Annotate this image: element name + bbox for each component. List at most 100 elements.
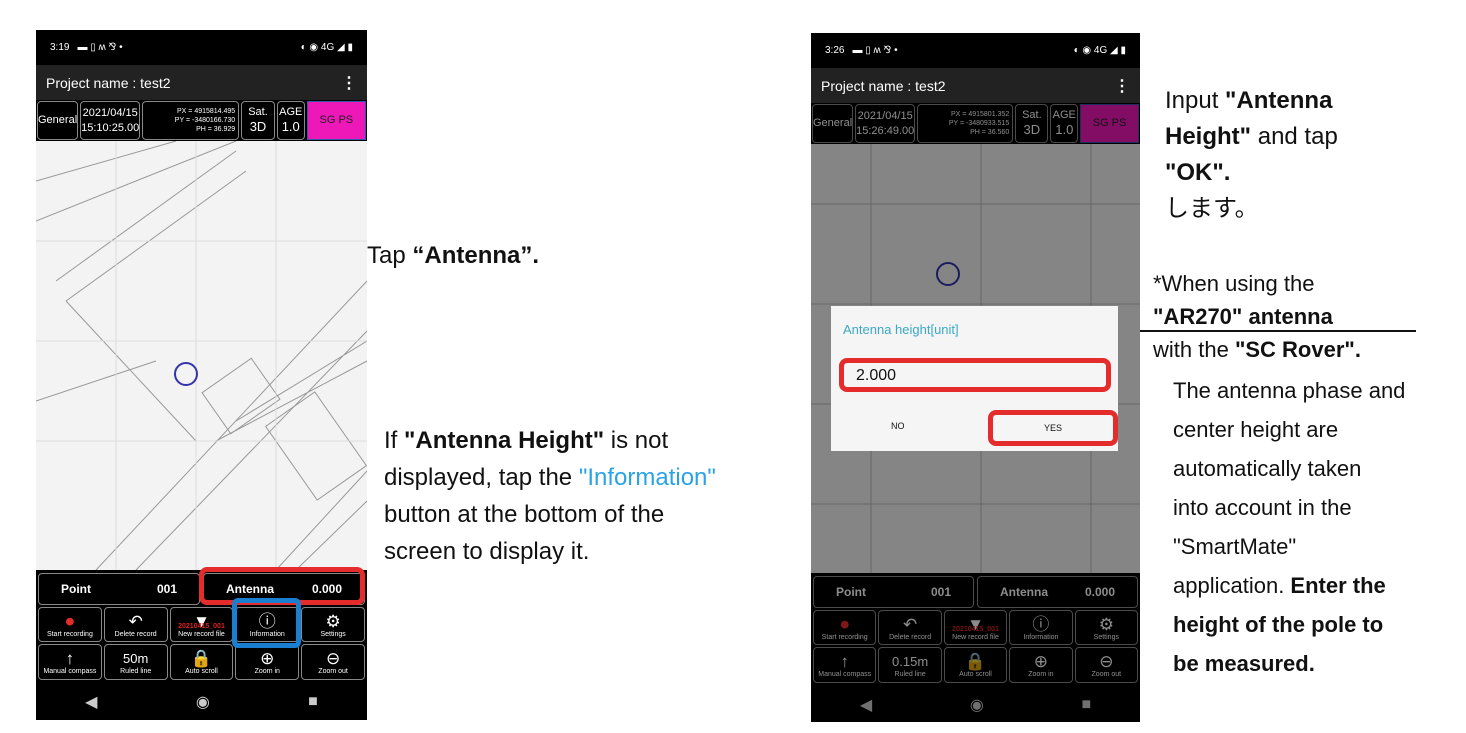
start-recording-button[interactable]: ⏺ Start recording (38, 606, 102, 643)
more-menu-icon[interactable]: ⋮ (1114, 76, 1130, 96)
button-label: Zoom in (254, 668, 280, 676)
text: button at the bottom of the (384, 501, 665, 528)
zoom-in-icon: ⊕ (260, 649, 275, 669)
record-icon: ⏺ (65, 611, 75, 631)
map-view[interactable] (36, 141, 367, 570)
auto-scroll-button[interactable]: 🔒 Auto scroll (169, 644, 234, 680)
phone-screenshot-2: 3:26 ▬ ▯ ʍ ⅋ • ◐ ◉ 4G ◢ ▮ Project name : t… (811, 33, 1140, 722)
text: Enter the (1290, 573, 1386, 598)
text: "AR270" antenna (1153, 304, 1333, 329)
text: application. (1173, 573, 1291, 598)
zoom-in-button[interactable]: ⊕ Zoom in (235, 644, 300, 680)
text: "Antenna (1225, 87, 1333, 114)
text: be measured. (1173, 651, 1315, 676)
satellite-cell: Sat. 3D (241, 101, 275, 140)
phone-screenshot-1: 3:19 ▬ ▯ ʍ ⅋ • ◐ ◉ 4G ◢ ▮ Project name : t… (36, 30, 367, 720)
text: "Antenna Height" (404, 427, 605, 454)
text: center height are (1173, 417, 1339, 442)
button-label: Start recording (46, 630, 93, 638)
datetime-cell: 2021/04/15 15:10:25.00 (80, 101, 141, 140)
button-label: Manual compass (43, 668, 97, 676)
status-bar: 3:26 ▬ ▯ ʍ ⅋ • ◐ ◉ 4G ◢ ▮ (811, 33, 1140, 68)
text: Input (1165, 87, 1226, 114)
tap-antenna-note: Tap “Antenna”. (367, 237, 539, 274)
input-note: Input "Antenna Height" and tap "OK". します… (1165, 83, 1338, 227)
text: "OK". (1165, 159, 1231, 186)
information-note: If "Antenna Height" is not displayed, ta… (384, 422, 804, 570)
label: Sat. (248, 105, 268, 118)
text: *When using the (1153, 271, 1315, 296)
button-label: Ruled line (120, 668, 152, 676)
recents-icon[interactable]: ■ (308, 693, 318, 711)
status-bar: 3:19 ▬ ▯ ʍ ⅋ • ◐ ◉ 4G ◢ ▮ (36, 30, 367, 65)
label: Point (61, 581, 91, 596)
manual-compass-button[interactable]: ↑ Manual compass (38, 644, 102, 680)
text: screen to display it. (384, 538, 590, 565)
information-highlight (232, 598, 301, 648)
text: displayed, tap the (384, 464, 579, 491)
value: 001 (156, 581, 177, 596)
label: AGE (279, 105, 303, 118)
dialog-title: Antenna height[unit] (843, 322, 959, 337)
zoom-out-icon: ⊖ (325, 649, 341, 669)
delete-record-button[interactable]: ↶ Delete record (103, 606, 168, 643)
gear-icon: ⚙ (325, 611, 341, 631)
value: 1.0 (281, 119, 300, 135)
ruled-line-value: 50m (123, 651, 149, 667)
current-position-marker (174, 362, 198, 386)
zoom-out-button[interactable]: ⊖ Zoom out (301, 644, 365, 680)
button-label: Auto scroll (185, 668, 218, 676)
back-icon[interactable]: ◀ (85, 692, 97, 712)
app-bar: Project name : test2 ⋮ (36, 65, 367, 100)
project-name: Project name : test2 (46, 74, 171, 91)
nav-bar: ◀ ◉ ■ (36, 683, 367, 720)
no-button[interactable]: NO (891, 421, 905, 431)
mode-cell[interactable]: General (37, 101, 79, 140)
clock: 3:26 (825, 45, 845, 56)
text: "SmartMate" (1173, 534, 1297, 559)
notification-icons: ▬ ▯ ʍ ⅋ • (77, 42, 123, 53)
text: "SC Rover". (1234, 337, 1361, 362)
button-label: New record file (178, 630, 225, 638)
text: Height" (1165, 123, 1252, 150)
text: and tap (1251, 123, 1338, 150)
text: Tap (367, 242, 413, 269)
map-drawing (36, 141, 367, 570)
app-bar: Project name : test2 ⋮ (811, 68, 1140, 103)
button-label: Zoom out (318, 668, 348, 676)
system-icons: ◐ ◉ 4G ◢ ▮ (1073, 45, 1126, 56)
project-name: Project name : test2 (821, 77, 946, 94)
date: 2021/04/15 (82, 107, 138, 120)
ruled-line-button[interactable]: 50m Ruled line (103, 644, 168, 680)
arrow-up-icon: ↑ (65, 649, 75, 669)
value: 3D (249, 119, 267, 135)
record-file-tag: 20210415_001 (178, 622, 225, 630)
yes-button[interactable]: YES (988, 410, 1118, 446)
settings-button[interactable]: ⚙ Settings (301, 606, 365, 643)
text: height of the pole to (1173, 612, 1384, 637)
text: automatically taken (1173, 456, 1362, 481)
coordinates-cell: PX = 4915814.495 PY = -3480166.730 PH = 36… (142, 101, 240, 140)
clock: 3:19 (50, 42, 70, 53)
text: "Information" (578, 464, 716, 491)
lock-icon: 🔒 (190, 649, 213, 669)
age-cell: AGE 1.0 (276, 101, 305, 140)
antenna-height-dialog: Antenna height[unit] 2.000 NO YES (831, 306, 1118, 451)
text: is not (604, 427, 669, 454)
undo-icon: ↶ (128, 611, 143, 631)
time: 15:10:25.00 (81, 121, 140, 134)
text: “Antenna”. (412, 242, 540, 269)
point-field[interactable]: Point 001 (38, 573, 200, 605)
button-label: Delete record (114, 630, 157, 638)
system-icons: ◐ ◉ 4G ◢ ▮ (300, 42, 353, 53)
gnss-info-row: General 2021/04/15 15:10:25.00 PX = 49158… (36, 100, 367, 141)
new-record-file-button[interactable]: ▼ 20210415_001 New record file (169, 606, 234, 643)
text: with the (1153, 337, 1235, 362)
antenna-height-input[interactable]: 2.000 (839, 358, 1111, 392)
more-menu-icon[interactable]: ⋮ (341, 73, 357, 93)
text: If (384, 427, 405, 454)
px: PX = 4915814.495 (177, 107, 236, 115)
text: The antenna phase and (1173, 378, 1406, 403)
sgps-badge: SG PS (306, 101, 366, 140)
home-icon[interactable]: ◉ (196, 692, 210, 712)
